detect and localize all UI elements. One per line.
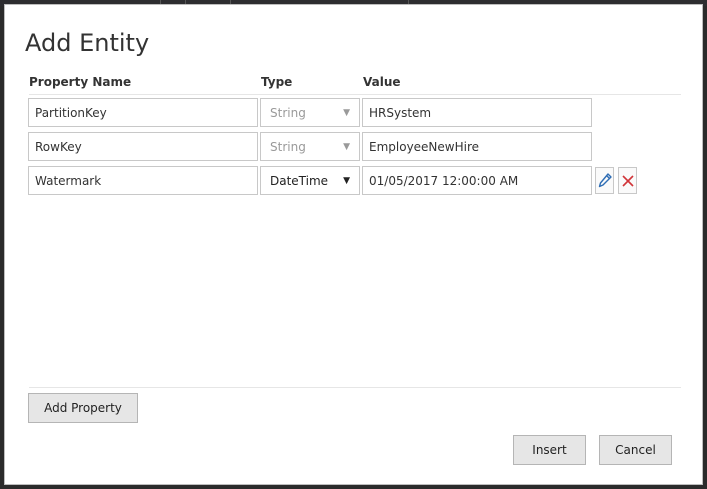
property-name-field-watermark[interactable]: Watermark — [28, 166, 258, 195]
type-select-label: String — [270, 139, 306, 154]
column-header-type: Type — [261, 75, 293, 89]
insert-button[interactable]: Insert — [513, 435, 586, 465]
chevron-down-icon: ▼ — [343, 107, 350, 118]
type-select-label: String — [270, 105, 306, 120]
type-select-watermark[interactable]: DateTime ▼ — [260, 166, 360, 195]
dialog-title: Add Entity — [25, 29, 150, 57]
column-header-property-name: Property Name — [29, 75, 132, 89]
chevron-down-icon: ▼ — [343, 141, 350, 152]
header-divider — [29, 94, 681, 95]
value-field-rowkey[interactable]: EmployeeNewHire — [362, 132, 592, 161]
cancel-button[interactable]: Cancel — [599, 435, 672, 465]
column-header-value: Value — [363, 75, 401, 89]
value-field-partitionkey[interactable]: HRSystem — [362, 98, 592, 127]
value-field-watermark[interactable]: 01/05/2017 12:00:00 AM — [362, 166, 592, 195]
add-property-button[interactable]: Add Property — [28, 393, 138, 423]
property-name-field-rowkey[interactable]: RowKey — [28, 132, 258, 161]
pencil-icon — [598, 172, 612, 187]
type-select-rowkey: String ▼ — [260, 132, 360, 161]
type-select-partitionkey: String ▼ — [260, 98, 360, 127]
chevron-down-icon: ▼ — [343, 175, 350, 186]
type-select-label: DateTime — [270, 173, 329, 188]
close-icon — [621, 174, 634, 187]
footer-divider — [29, 387, 681, 388]
add-entity-dialog: Add Entity Property Name Type Value Part… — [4, 4, 703, 485]
property-name-field-partitionkey[interactable]: PartitionKey — [28, 98, 258, 127]
delete-row-button[interactable] — [618, 167, 637, 194]
edit-value-button[interactable] — [595, 167, 614, 194]
